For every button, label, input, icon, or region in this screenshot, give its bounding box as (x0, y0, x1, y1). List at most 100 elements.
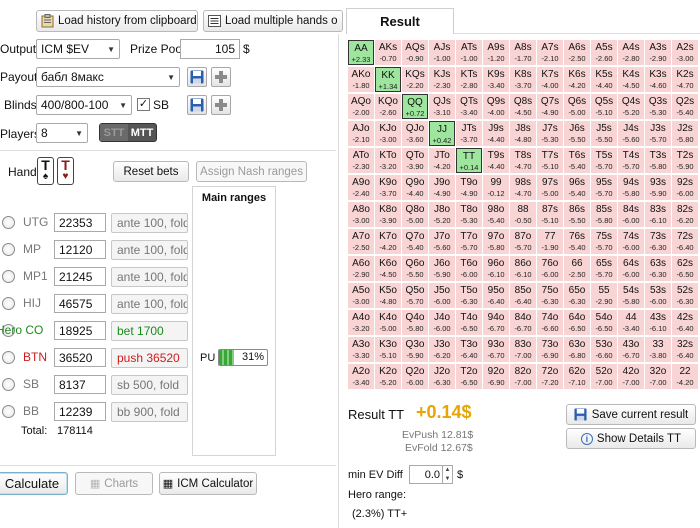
matrix-cell[interactable]: 53s -6.00 (645, 283, 671, 308)
player-stack-input[interactable]: 36520 (54, 348, 106, 367)
matrix-cell[interactable]: 93o -6.70 (483, 337, 509, 362)
player-action-button[interactable]: ante 100, fold (111, 294, 188, 314)
matrix-cell[interactable]: 43o -6.70 (618, 337, 644, 362)
player-stack-input[interactable]: 46575 (54, 294, 106, 313)
player-stack-input[interactable]: 18925 (54, 321, 106, 340)
add-blinds-button[interactable] (211, 95, 231, 115)
matrix-cell[interactable]: 94o -6.70 (483, 310, 509, 335)
matrix-cell[interactable]: 33 -3.80 (645, 337, 671, 362)
matrix-cell[interactable]: J8o -5.20 (429, 202, 455, 227)
matrix-cell[interactable]: A9s -1.20 (483, 40, 509, 65)
matrix-cell[interactable]: K8s -3.70 (510, 67, 536, 92)
charts-button[interactable]: ▦ Charts (75, 472, 153, 495)
matrix-cell[interactable]: 83s -6.10 (645, 202, 671, 227)
matrix-cell[interactable]: A8o -3.00 (348, 202, 374, 227)
matrix-cell[interactable]: Q4o -5.80 (402, 310, 428, 335)
matrix-cell[interactable]: 42s -6.40 (672, 310, 698, 335)
matrix-cell[interactable]: K8o -3.90 (375, 202, 401, 227)
matrix-cell[interactable]: J6o -5.90 (429, 256, 455, 281)
matrix-cell[interactable]: QJs -3.10 (429, 94, 455, 119)
matrix-cell[interactable]: 73o -6.90 (537, 337, 563, 362)
matrix-cell[interactable]: T9o -4.90 (456, 175, 482, 200)
matrix-cell[interactable]: J9s -4.40 (483, 121, 509, 146)
icm-calculator-button[interactable]: ▦ ICM Calculator (159, 472, 257, 495)
matrix-cell[interactable]: T9s -4.40 (483, 148, 509, 173)
matrix-cell[interactable]: 92s -6.00 (672, 175, 698, 200)
matrix-cell[interactable]: 95o -6.40 (483, 283, 509, 308)
hand-card-1[interactable]: T ♠ (37, 157, 54, 185)
matrix-cell[interactable]: J7s -5.30 (537, 121, 563, 146)
matrix-cell[interactable]: Q8s -4.50 (510, 94, 536, 119)
player-radio[interactable] (2, 351, 15, 364)
player-action-button[interactable]: ante 100, fold (111, 240, 188, 260)
matrix-cell[interactable]: J5s -5.50 (591, 121, 617, 146)
show-details-button[interactable]: i Show Details TT (566, 428, 696, 449)
matrix-cell[interactable]: KJs -2.30 (429, 67, 455, 92)
matrix-cell[interactable]: 76o -6.00 (537, 256, 563, 281)
load-multiple-hands-button[interactable]: Load multiple hands o (203, 10, 343, 32)
matrix-cell[interactable]: 82o -7.00 (510, 364, 536, 389)
player-radio[interactable] (2, 270, 15, 283)
matrix-cell[interactable]: 74o -6.60 (537, 310, 563, 335)
matrix-cell[interactable]: T5o -6.30 (456, 283, 482, 308)
tab-result[interactable]: Result (346, 8, 454, 34)
matrix-cell[interactable]: A9o -2.40 (348, 175, 374, 200)
matrix-cell[interactable]: Q3s -5.30 (645, 94, 671, 119)
matrix-cell[interactable]: T7o -5.70 (456, 229, 482, 254)
load-history-clipboard-button[interactable]: Load history from clipboard (36, 10, 198, 32)
matrix-cell[interactable]: 65o -6.30 (564, 283, 590, 308)
matrix-cell[interactable]: 96o -6.10 (483, 256, 509, 281)
matrix-cell[interactable]: 64s -6.00 (618, 256, 644, 281)
matrix-cell[interactable]: A2s -3.00 (672, 40, 698, 65)
player-radio[interactable] (2, 378, 15, 391)
matrix-cell[interactable]: QQ +0.72 (402, 94, 428, 119)
matrix-cell[interactable]: JTo -4.20 (429, 148, 455, 173)
matrix-cell[interactable]: 97s -5.00 (537, 175, 563, 200)
pu-range-bar[interactable]: 31% (218, 349, 268, 366)
matrix-cell[interactable]: 52s -6.30 (672, 283, 698, 308)
matrix-cell[interactable]: 85s -5.80 (591, 202, 617, 227)
output-select[interactable]: ICM $EV ▼ (36, 39, 120, 59)
sb-checkbox[interactable]: ✓ (137, 98, 150, 111)
matrix-cell[interactable]: Q6o -5.50 (402, 256, 428, 281)
matrix-cell[interactable]: QTo -3.90 (402, 148, 428, 173)
matrix-cell[interactable]: 54s -5.80 (618, 283, 644, 308)
matrix-cell[interactable]: J8s -4.80 (510, 121, 536, 146)
matrix-cell[interactable]: QTs -3.40 (456, 94, 482, 119)
mtt-option[interactable]: MTT (128, 124, 156, 141)
matrix-cell[interactable]: 32o -7.00 (645, 364, 671, 389)
matrix-cell[interactable]: T3s -5.80 (645, 148, 671, 173)
matrix-cell[interactable]: 55 -2.90 (591, 283, 617, 308)
matrix-cell[interactable]: AKo -1.80 (348, 67, 374, 92)
matrix-cell[interactable]: Q2o -6.00 (402, 364, 428, 389)
matrix-cell[interactable]: 83o -7.00 (510, 337, 536, 362)
players-select[interactable]: 8 ▼ (36, 123, 88, 143)
matrix-cell[interactable]: A5s -2.60 (591, 40, 617, 65)
matrix-cell[interactable]: Q6s -5.00 (564, 94, 590, 119)
matrix-cell[interactable]: 88 -0.50 (510, 202, 536, 227)
matrix-cell[interactable]: T7s -5.10 (537, 148, 563, 173)
matrix-cell[interactable]: A3o -3.30 (348, 337, 374, 362)
matrix-cell[interactable]: 82s -6.20 (672, 202, 698, 227)
matrix-cell[interactable]: 72s -6.40 (672, 229, 698, 254)
prize-pool-input[interactable]: 105 (180, 39, 240, 59)
matrix-cell[interactable]: K9s -3.40 (483, 67, 509, 92)
matrix-cell[interactable]: A7o -2.50 (348, 229, 374, 254)
matrix-cell[interactable]: Q5o -5.70 (402, 283, 428, 308)
matrix-cell[interactable]: 72o -7.20 (537, 364, 563, 389)
matrix-cell[interactable]: Q2s -5.40 (672, 94, 698, 119)
matrix-cell[interactable]: A8s -1.70 (510, 40, 536, 65)
matrix-cell[interactable]: 64o -6.50 (564, 310, 590, 335)
matrix-cell[interactable]: Q3o -5.90 (402, 337, 428, 362)
matrix-cell[interactable]: Q4s -5.20 (618, 94, 644, 119)
player-stack-input[interactable]: 22353 (54, 213, 106, 232)
matrix-cell[interactable]: 84s -6.00 (618, 202, 644, 227)
matrix-cell[interactable]: 86s -5.50 (564, 202, 590, 227)
matrix-cell[interactable]: KJo -3.00 (375, 121, 401, 146)
matrix-cell[interactable]: A2o -3.40 (348, 364, 374, 389)
player-action-button[interactable]: ante 100, fold (111, 267, 188, 287)
player-stack-input[interactable]: 12239 (54, 402, 106, 421)
matrix-cell[interactable]: A6o -2.90 (348, 256, 374, 281)
matrix-cell[interactable]: K5o -4.80 (375, 283, 401, 308)
matrix-cell[interactable]: AQo -2.00 (348, 94, 374, 119)
